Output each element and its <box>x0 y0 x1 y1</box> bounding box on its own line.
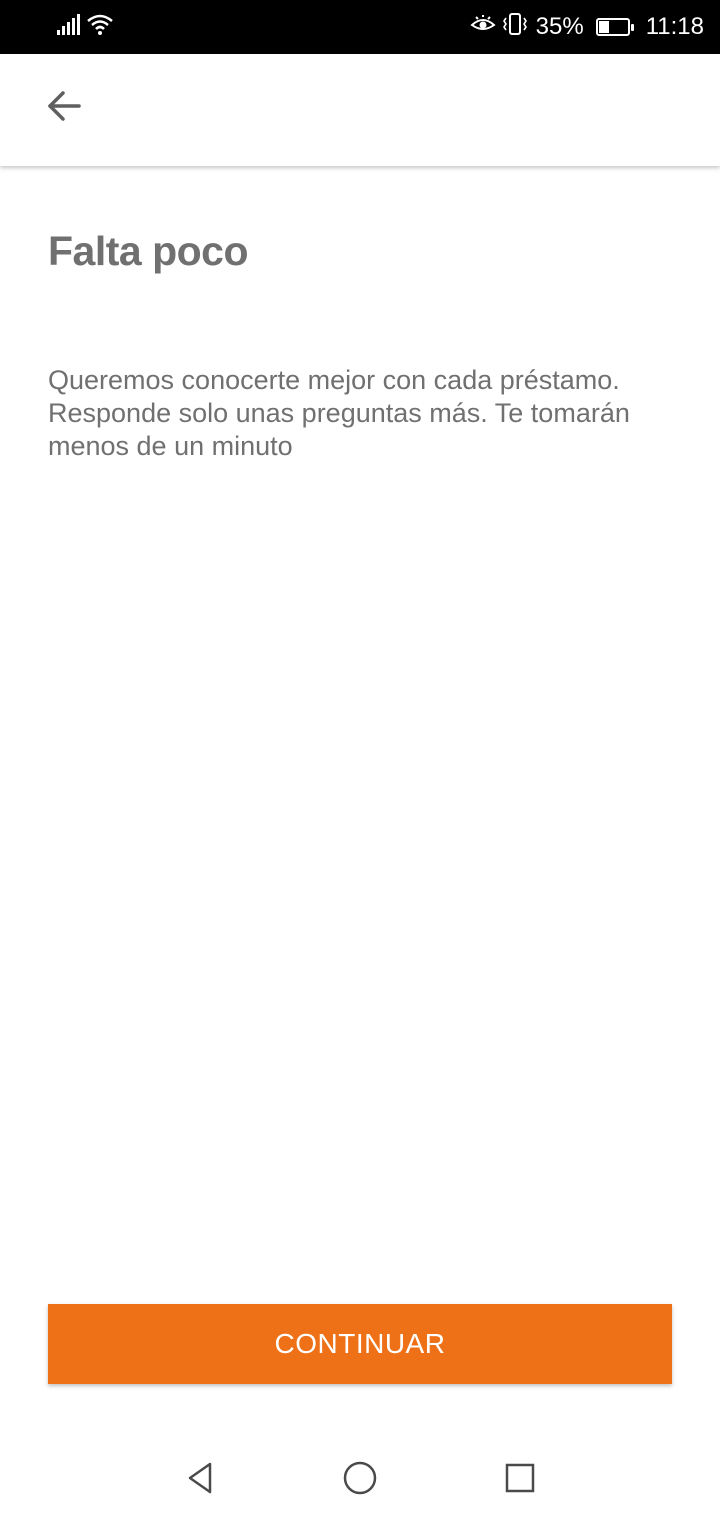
status-bar: 35% 11:18 <box>0 0 720 54</box>
status-bar-right: 35% 11:18 <box>470 10 704 44</box>
back-triangle-icon <box>182 1460 218 1501</box>
battery-percent: 35% <box>535 13 584 40</box>
nav-back-button[interactable] <box>178 1458 222 1502</box>
back-button[interactable] <box>36 80 92 136</box>
arrow-back-icon <box>44 86 84 131</box>
vibrate-icon <box>502 12 528 43</box>
eye-comfort-icon <box>470 13 496 41</box>
home-circle-icon <box>342 1460 378 1501</box>
status-bar-left <box>56 12 114 42</box>
nav-home-button[interactable] <box>338 1458 382 1502</box>
page-title: Falta poco <box>48 228 249 274</box>
wifi-icon <box>86 13 114 42</box>
signal-icon <box>56 13 80 41</box>
status-time: 11:18 <box>645 13 704 40</box>
system-nav-bar <box>0 1440 720 1520</box>
battery-icon <box>595 18 634 36</box>
battery-fill <box>598 21 610 33</box>
page-description: Queremos conocerte mejor con cada présta… <box>48 365 630 461</box>
app-bar <box>0 54 720 166</box>
continue-button[interactable]: CONTINUAR <box>48 1304 672 1384</box>
nav-recents-button[interactable] <box>498 1458 542 1502</box>
recents-square-icon <box>502 1460 538 1501</box>
